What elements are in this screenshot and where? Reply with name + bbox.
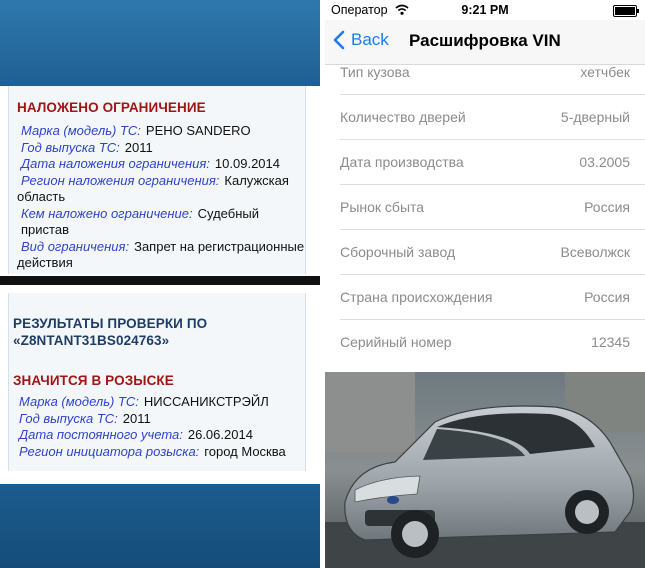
list-item: Серийный номер 12345 [340,334,630,350]
status-bar: Оператор 9:21 PM [325,0,645,20]
restriction-row: Регион наложения ограничения: Калужская об… [17,172,289,205]
page-title: Расшифровка VIN [409,31,561,50]
back-button[interactable]: Back [333,30,389,50]
wanted-rows: Марка (модель) ТС: НИССАНИКСТРЭЙЛ Год вып… [9,394,305,460]
bottom-footer-band [0,484,320,568]
restriction-row: Год выпуска ТС: 2011 [21,139,153,155]
wanted-row: Марка (модель) ТС: НИССАНИКСТРЭЙЛ [19,394,269,409]
list-item: Сборочный завод Всеволжск [340,230,645,275]
wanted-row: Год выпуска ТС: 2011 [19,410,151,426]
list-item: Страна происхождения Россия [340,275,645,320]
results-title-line1: РЕЗУЛЬТАТЫ ПРОВЕРКИ ПО [13,316,208,331]
list-item: Дата производства 03.2005 [340,140,645,185]
restriction-row: Дата наложения ограничения: 10.09.2014 [21,156,280,171]
wanted-row: Дата постоянного учета: 26.06.2014 [19,427,253,442]
status-time: 9:21 PM [461,3,509,17]
car-photo [325,372,645,568]
restriction-row: Вид ограничения: Запрет на регистрационны… [17,238,305,271]
back-label: Back [351,30,389,49]
battery-icon [613,5,639,17]
restriction-row: Кем наложено ограничение: Судебный приста… [21,205,259,238]
section-divider [0,276,320,285]
wanted-row: Регион инициатора розыска: город Москва [19,443,286,459]
left-panel: НАЛОЖЕНО ОГРАНИЧЕНИЕ Марка (модель) ТС: Р… [0,0,320,568]
top-header-band [0,0,320,86]
restriction-card: НАЛОЖЕНО ОГРАНИЧЕНИЕ Марка (модель) ТС: Р… [8,86,306,274]
list-item: Рынок сбыта Россия [340,185,645,230]
chevron-left-icon [333,30,345,50]
list-item: Количество дверей 5-дверный [340,95,645,140]
vin-details-list: Тип кузова хетчбек Количество дверей 5-две… [325,54,645,364]
right-panel: Оператор 9:21 PM Back Расшифровка VIN Ти… [325,0,645,568]
wanted-title: ЗНАЧИТСЯ В РОЗЫСКЕ [13,373,174,388]
list-item: Тип кузова хетчбек [340,64,645,95]
restriction-row: Марка (модель) ТС: РЕНО SANDERO [21,123,251,138]
check-results-card: РЕЗУЛЬТАТЫ ПРОВЕРКИ ПО «Z8NTANT31BS02476… [8,293,306,471]
car-photo-illustration [325,372,645,568]
results-title-line2: «Z8NTANT31BS024763» [13,333,170,348]
restriction-rows: Марка (модель) ТС: РЕНО SANDERO Год выпус… [9,123,305,272]
restriction-title: НАЛОЖЕНО ОГРАНИЧЕНИЕ [17,100,206,115]
